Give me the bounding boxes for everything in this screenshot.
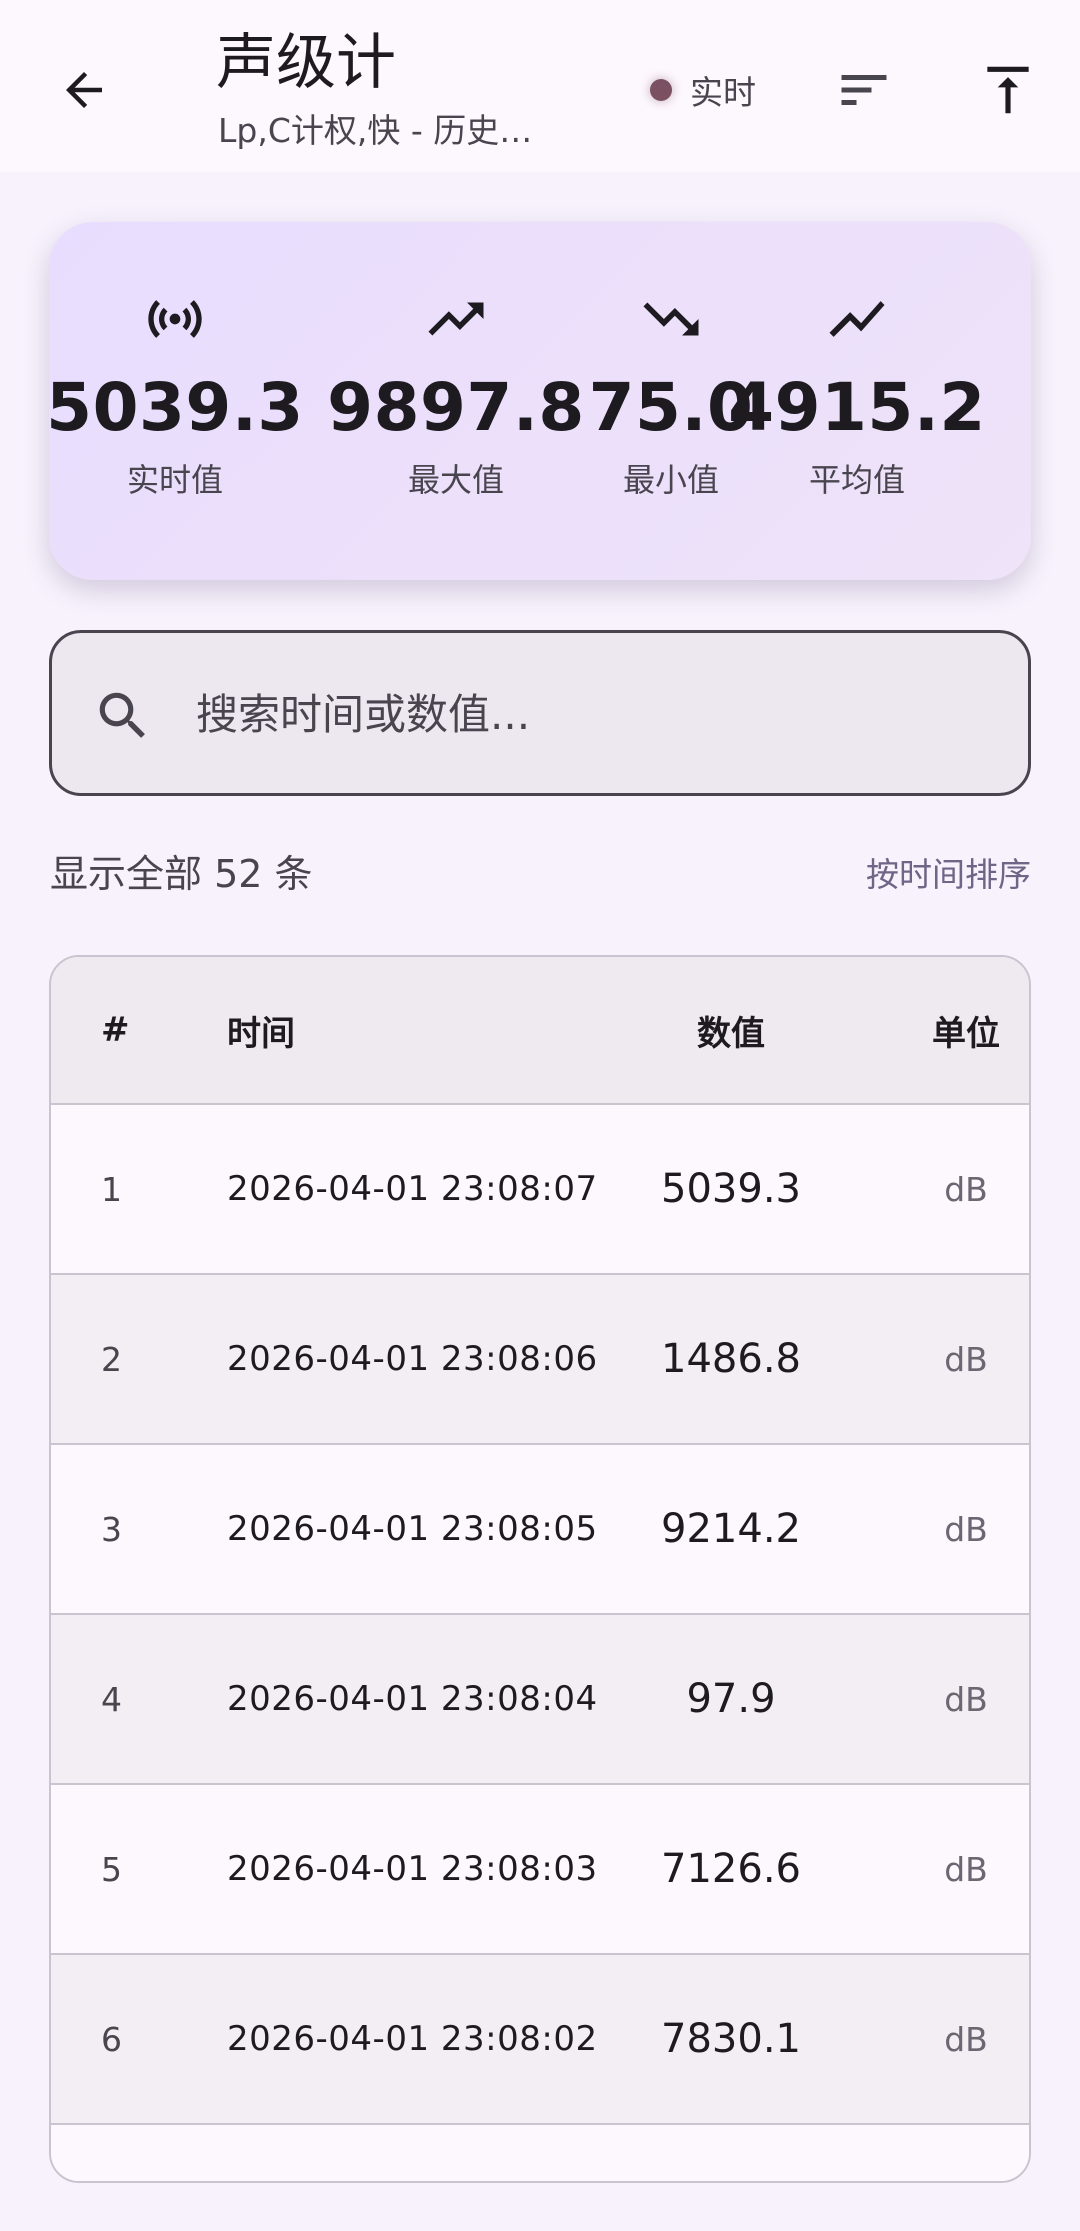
arrow-left-icon (66, 72, 102, 108)
row-value: 1486.8 (661, 1336, 801, 1382)
vertical-align-top-icon (987, 66, 1029, 114)
row-unit: dB (944, 2019, 988, 2059)
table-row[interactable]: 1 2026-04-01 23:08:07 5039.3 dB (51, 1105, 1029, 1275)
show-chart-icon (829, 301, 885, 337)
history-table: # 时间 数值 单位 1 2026-04-01 23:08:07 5039.3 … (49, 955, 1031, 2183)
row-index: 1 (101, 1169, 122, 1209)
table-body: 1 2026-04-01 23:08:07 5039.3 dB 2 2026-0… (51, 1105, 1029, 2181)
table-header: # 时间 数值 单位 (51, 957, 1029, 1105)
stats-card: 5039.3 实时值 9897.8 最大值 75.0 最小值 4915.2 平均… (46, 222, 1031, 580)
row-unit: dB (944, 1679, 988, 1719)
table-row[interactable]: 2 2026-04-01 23:08:06 1486.8 dB (51, 1275, 1029, 1445)
table-row[interactable]: 4 2026-04-01 23:08:04 97.9 dB (51, 1615, 1029, 1785)
stat-value-average: 4915.2 (728, 369, 986, 446)
row-time: 2026-04-01 23:08:03 (227, 1849, 598, 1889)
stat-label-current: 实时值 (126, 461, 223, 499)
column-header-value: 数值 (697, 1013, 765, 1054)
trending-down-icon (643, 302, 699, 336)
row-index: 2 (101, 1339, 122, 1379)
row-index: 3 (101, 1509, 122, 1549)
row-unit: dB (944, 1509, 988, 1549)
live-label: 实时 (690, 73, 756, 112)
table-row[interactable]: 6 2026-04-01 23:08:02 7830.1 dB (51, 1955, 1029, 2125)
column-header-index: # (101, 1010, 130, 1050)
row-unit: dB (944, 1169, 988, 1209)
table-row[interactable]: 5 2026-04-01 23:08:03 7126.6 dB (51, 1785, 1029, 1955)
stat-label-max: 最大值 (407, 461, 504, 499)
search-bar[interactable] (49, 630, 1031, 796)
page-subtitle: Lp,C计权,快 - 历史… (218, 111, 533, 150)
sort-button[interactable] (820, 46, 908, 134)
row-value: 7830.1 (661, 2016, 801, 2062)
app-bar: 声级计 Lp,C计权,快 - 历史… 实时 (0, 0, 1080, 172)
row-index: 5 (101, 1849, 122, 1889)
search-input[interactable] (194, 671, 994, 757)
row-value: 9214.2 (661, 1506, 801, 1552)
column-header-unit: 单位 (932, 1013, 1000, 1054)
row-time: 2026-04-01 23:08:02 (227, 2019, 598, 2059)
row-time: 2026-04-01 23:08:04 (227, 1679, 598, 1719)
row-value: 7126.6 (661, 1846, 801, 1892)
row-time: 2026-04-01 23:08:06 (227, 1339, 598, 1379)
trending-up-icon (428, 302, 484, 336)
stat-max: 9897.8 最大值 (327, 222, 584, 580)
stat-average: 4915.2 平均值 (728, 222, 985, 580)
row-value: 5039.3 (661, 1166, 801, 1212)
row-time: 2026-04-01 23:08:07 (227, 1169, 598, 1209)
row-value: 97.9 (686, 1676, 776, 1722)
stat-current: 5039.3 实时值 (46, 222, 303, 580)
sort-icon (841, 75, 887, 105)
row-unit: dB (944, 1339, 988, 1379)
stat-label-average: 平均值 (808, 461, 905, 499)
scroll-top-button[interactable] (964, 46, 1052, 134)
sort-by-time-button[interactable]: 按时间排序 (866, 852, 1031, 898)
row-unit: dB (944, 1849, 988, 1889)
table-row[interactable]: 3 2026-04-01 23:08:05 9214.2 dB (51, 1445, 1029, 1615)
search-icon (99, 692, 145, 738)
page-title: 声级计 (216, 28, 396, 98)
record-count: 显示全部 52 条 (50, 852, 313, 896)
live-indicator[interactable]: 实时 (650, 64, 756, 116)
row-index: 6 (101, 2019, 122, 2059)
back-button[interactable] (40, 46, 128, 134)
stat-label-min: 最小值 (622, 461, 719, 499)
broadcast-icon (148, 300, 202, 338)
row-time: 2026-04-01 23:08:05 (227, 1509, 598, 1549)
row-index: 4 (101, 1679, 122, 1719)
stat-min: 75.0 最小值 (589, 222, 753, 580)
table-row-partial (51, 2125, 1029, 2181)
stat-value-current: 5039.3 (46, 369, 304, 446)
stat-value-max: 9897.8 (327, 369, 585, 446)
live-dot-icon (650, 79, 672, 101)
column-header-time: 时间 (227, 1013, 295, 1054)
